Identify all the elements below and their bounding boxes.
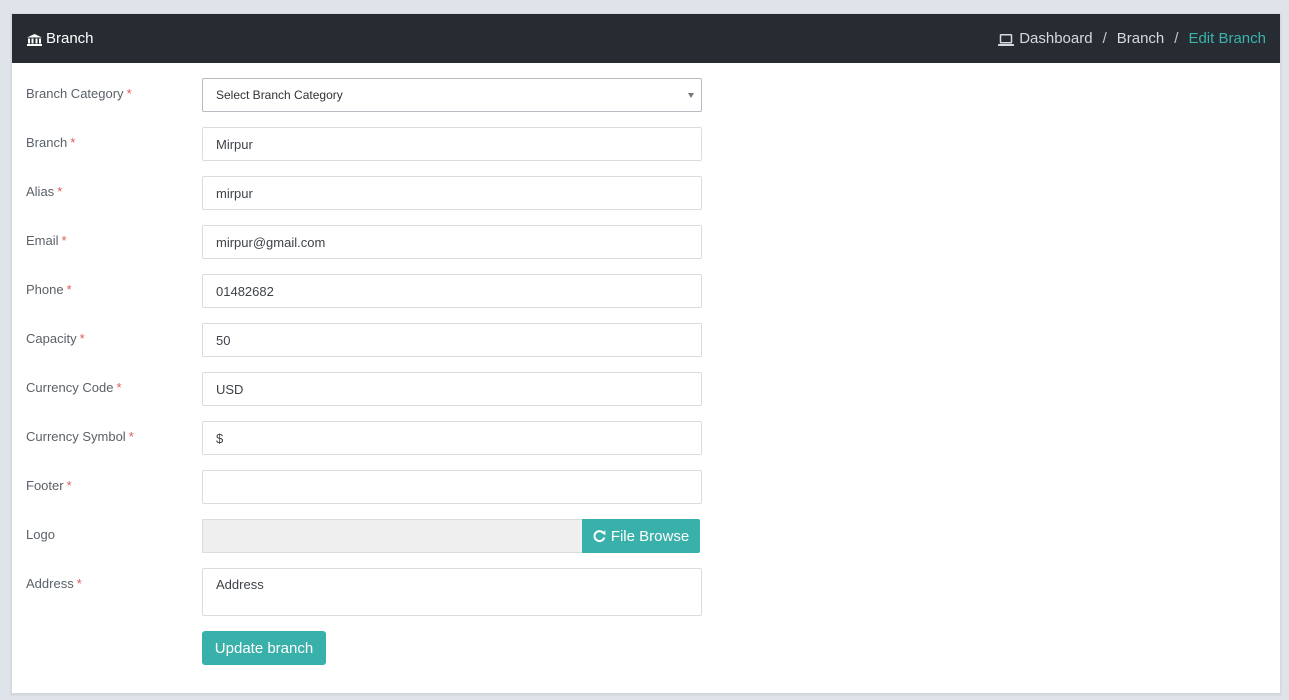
phone-value: 01482682: [216, 283, 274, 299]
laptop-icon: [998, 33, 1015, 46]
footer-label: Footer *: [26, 478, 72, 493]
edit-branch-card: Branch Dashboard / Branch / Edit Branch …: [11, 13, 1281, 694]
capacity-input[interactable]: 50: [202, 323, 702, 357]
required-mark: *: [57, 184, 63, 199]
logo-file-input: File Browse: [202, 519, 702, 553]
required-mark: *: [79, 331, 85, 346]
address-textarea[interactable]: Address: [202, 568, 702, 616]
required-mark: *: [70, 135, 76, 150]
currency-code-label: Currency Code *: [26, 380, 122, 395]
capacity-value: 50: [216, 332, 231, 348]
currency-symbol-input[interactable]: $: [202, 421, 702, 455]
email-value: mirpur@gmail.com: [216, 234, 326, 250]
alias-label-text: Alias: [26, 184, 55, 199]
required-mark: *: [128, 429, 134, 444]
email-input[interactable]: mirpur@gmail.com: [202, 225, 702, 259]
alias-input[interactable]: mirpur: [202, 176, 702, 210]
branch-value: Mirpur: [216, 136, 253, 152]
currency-symbol-label: Currency Symbol *: [26, 429, 134, 444]
footer-input[interactable]: [202, 470, 702, 504]
capacity-label-text: Capacity: [26, 331, 77, 346]
branch-category-value: Select Branch Category: [216, 88, 343, 102]
address-label: Address *: [26, 576, 82, 591]
required-mark: *: [76, 576, 82, 591]
logo-file-name-box[interactable]: [202, 519, 582, 553]
currency-symbol-label-text: Currency Symbol: [26, 429, 126, 444]
breadcrumb-separator: /: [1174, 30, 1179, 47]
required-mark: *: [116, 380, 122, 395]
branch-category-select[interactable]: Select Branch Category: [202, 78, 702, 112]
branch-label-text: Branch: [26, 135, 68, 150]
breadcrumb-dashboard[interactable]: Dashboard: [1019, 30, 1092, 47]
email-label-text: Email: [26, 233, 59, 248]
logo-label-text: Logo: [26, 527, 55, 542]
required-mark: *: [61, 233, 67, 248]
breadcrumb: Dashboard / Branch / Edit Branch: [998, 30, 1266, 47]
file-browse-button[interactable]: File Browse: [582, 519, 700, 553]
chevron-down-icon: [688, 93, 694, 98]
alias-label: Alias *: [26, 184, 62, 199]
alias-value: mirpur: [216, 185, 253, 201]
phone-label-text: Phone: [26, 282, 64, 297]
phone-label: Phone *: [26, 282, 72, 297]
email-label: Email *: [26, 233, 67, 248]
update-branch-button[interactable]: Update branch: [202, 631, 326, 665]
branch-input[interactable]: Mirpur: [202, 127, 702, 161]
currency-code-label-text: Currency Code: [26, 380, 114, 395]
currency-code-input[interactable]: USD: [202, 372, 702, 406]
file-browse-label: File Browse: [610, 527, 690, 545]
refresh-icon: [593, 529, 606, 543]
address-label-text: Address: [26, 576, 74, 591]
update-branch-label: Update branch: [214, 639, 314, 657]
currency-code-value: USD: [216, 381, 244, 397]
required-mark: *: [66, 282, 72, 297]
card-header: Branch Dashboard / Branch / Edit Branch: [12, 14, 1280, 63]
logo-label: Logo: [26, 527, 55, 542]
breadcrumb-edit-branch: Edit Branch: [1188, 30, 1266, 47]
branch-category-label-text: Branch Category: [26, 86, 124, 101]
required-mark: *: [126, 86, 132, 101]
required-mark: *: [66, 478, 72, 493]
page-title-text: Branch: [46, 30, 94, 47]
branch-label: Branch *: [26, 135, 75, 150]
branch-category-label: Branch Category *: [26, 86, 132, 101]
breadcrumb-branch[interactable]: Branch: [1117, 30, 1165, 47]
page-title: Branch: [27, 30, 94, 47]
capacity-label: Capacity *: [26, 331, 85, 346]
phone-input[interactable]: 01482682: [202, 274, 702, 308]
address-placeholder: Address: [216, 577, 264, 592]
footer-label-text: Footer: [26, 478, 64, 493]
institution-icon: [27, 33, 42, 46]
breadcrumb-separator: /: [1102, 30, 1107, 47]
currency-symbol-value: $: [216, 430, 224, 446]
